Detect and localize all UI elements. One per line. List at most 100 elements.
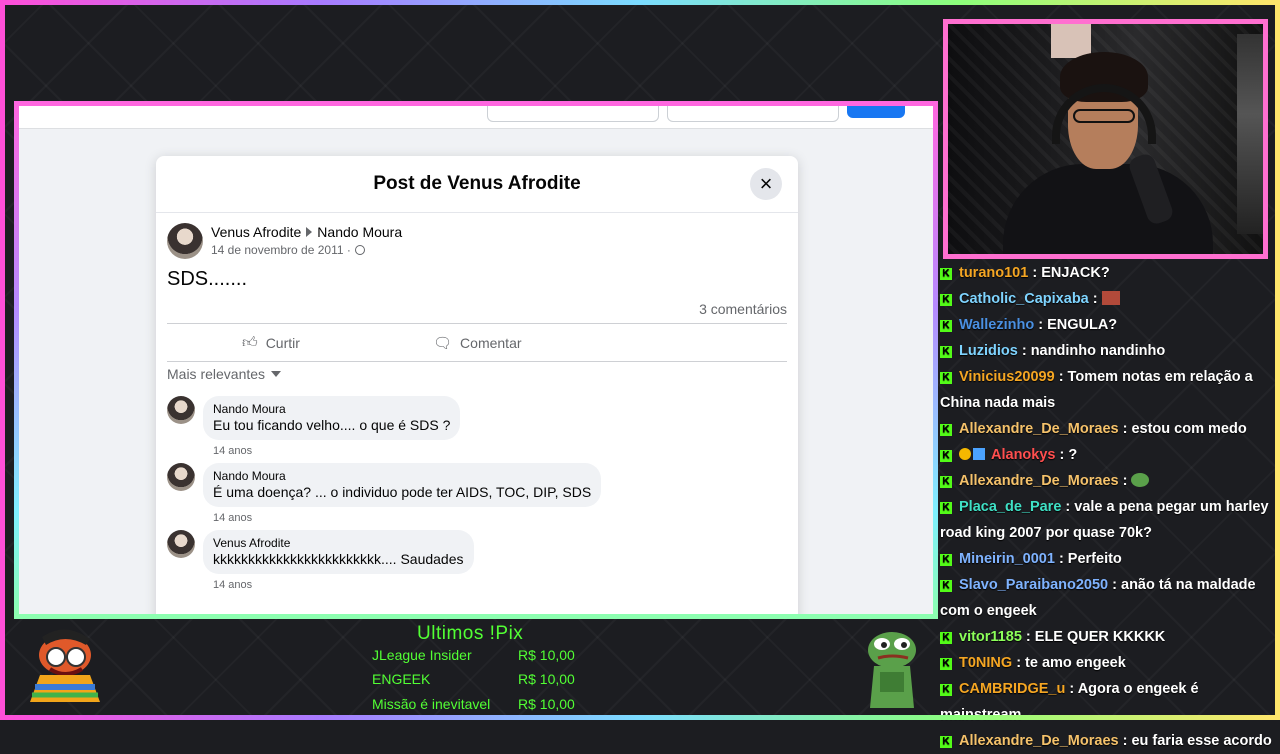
kick-badge-icon: K <box>940 294 952 306</box>
comment-author[interactable]: Nando Moura <box>213 402 450 416</box>
modal-header: Post de Venus Afrodite × <box>156 156 798 213</box>
comment-item: Nando Moura É uma doença? ... o individu… <box>167 463 602 507</box>
comment-label: Comentar <box>460 335 522 351</box>
kick-badge-icon: K <box>940 320 952 332</box>
comment-icon: 🗨︎ <box>433 335 453 352</box>
chat-panel: Kturano101 : ENJACK? K Catholic_Capixaba … <box>940 260 1276 754</box>
comment-text: Eu tou ficando velho.... o que é SDS ? <box>213 417 451 433</box>
chat-username[interactable]: Luzidios <box>959 343 1018 359</box>
screen-capture-frame: Post de Venus Afrodite × Venus Afrodite … <box>14 101 938 619</box>
chat-message: K Catholic_Capixaba : <box>940 286 1276 312</box>
chat-message: K Allexandre_De_Moraes : eu faria esse ac… <box>940 728 1276 754</box>
chat-text: : ENGULA? <box>1034 317 1118 333</box>
chat-username[interactable]: Catholic_Capixaba <box>959 291 1089 307</box>
pix-amount: R$ 10,00 <box>518 647 575 663</box>
modal-title: Post de Venus Afrodite <box>373 173 581 194</box>
chat-text: : eu faria esse acordo <box>1118 733 1272 749</box>
post-modal: Post de Venus Afrodite × Venus Afrodite … <box>156 156 798 614</box>
comment-item: Nando Moura Eu tou ficando velho.... o q… <box>167 396 461 440</box>
pepe-frog-icon <box>868 632 916 708</box>
topbar-field-1[interactable] <box>487 106 659 122</box>
kick-badge-icon: K <box>940 736 952 748</box>
comment-count[interactable]: 3 comentários <box>699 301 787 317</box>
comment-author[interactable]: Venus Afrodite <box>213 536 464 550</box>
glasses <box>1073 109 1135 123</box>
comment-item: Venus Afrodite kkkkkkkkkkkkkkkkkkkkkkkk.… <box>167 530 474 574</box>
caret-down-icon <box>271 371 282 377</box>
chat-username[interactable]: vitor1185 <box>959 629 1022 645</box>
avatar[interactable] <box>167 530 195 558</box>
post-author[interactable]: Venus Afrodite <box>211 224 301 240</box>
pix-amount: R$ 10,00 <box>518 671 575 687</box>
chat-username[interactable]: Slavo_Paraibano2050 <box>959 577 1108 593</box>
chat-username[interactable]: Alanokys <box>991 447 1055 463</box>
chat-text: : ? <box>1055 447 1078 463</box>
chat-username[interactable]: Vinicius20099 <box>959 369 1055 385</box>
avatar[interactable] <box>167 223 203 259</box>
comment-time[interactable]: 14 anos <box>213 512 252 524</box>
facebook-topbar <box>19 106 933 129</box>
kick-badge-icon: K <box>940 346 952 358</box>
kick-badge-icon: K <box>940 632 952 644</box>
wall-poster <box>1051 24 1091 58</box>
chat-message: K Vinicius20099 : Tomem notas em relação … <box>940 364 1276 416</box>
topbar-field-2[interactable] <box>667 106 839 122</box>
comment-time[interactable]: 14 anos <box>213 445 252 457</box>
topbar-button[interactable] <box>847 106 905 118</box>
post-date[interactable]: 14 de novembro de 2011 · <box>211 243 351 257</box>
comment-bubble: Venus Afrodite kkkkkkkkkkkkkkkkkkkkkkkk.… <box>203 530 474 574</box>
kick-badge-icon: K <box>940 424 952 436</box>
chat-username[interactable]: Placa_de_Pare <box>959 499 1061 515</box>
chat-message: K Alanokys : ? <box>940 442 1276 468</box>
post-header: Venus Afrodite Nando Moura 14 de novembr… <box>167 223 402 259</box>
comment-bubble: Nando Moura É uma doença? ... o individu… <box>203 463 602 507</box>
chat-message: K Luzidios : nandinho nandinho <box>940 338 1276 364</box>
comment-time[interactable]: 14 anos <box>213 579 252 591</box>
kick-badge-icon: K <box>940 554 952 566</box>
chat-message: Kvitor1185 : ELE QUER KKKKK <box>940 624 1276 650</box>
comment-button[interactable]: 🗨︎ Comentar <box>433 334 522 352</box>
like-label: Curtir <box>265 335 300 351</box>
chat-message: K Mineirin_0001 : Perfeito <box>940 546 1276 572</box>
pix-title: Ultimos !Pix <box>417 623 524 644</box>
kick-badge-icon: K <box>940 372 952 384</box>
gift-badge-icon <box>973 448 985 460</box>
chat-message: K T0NING : te amo engeek <box>940 650 1276 676</box>
chat-username[interactable]: turano101 <box>959 265 1028 281</box>
chat-message: Kturano101 : ENJACK? <box>940 260 1276 286</box>
kick-badge-icon: K <box>940 684 952 696</box>
arrow-right-icon <box>306 227 313 237</box>
avatar[interactable] <box>167 396 195 424</box>
chat-text: : te amo engeek <box>1012 655 1126 671</box>
chat-text: : <box>1088 291 1102 307</box>
chat-username[interactable]: CAMBRIDGE_u <box>959 681 1065 697</box>
chat-text: : ENJACK? <box>1028 265 1110 281</box>
chat-message: K Slavo_Paraibano2050 : anão tá na maldad… <box>940 572 1276 624</box>
chat-username[interactable]: Wallezinho <box>959 317 1034 333</box>
chat-text: : estou com medo <box>1118 421 1247 437</box>
like-button[interactable]: 👍︎ Curtir <box>242 334 300 352</box>
chat-username[interactable]: Mineirin_0001 <box>959 551 1055 567</box>
comment-author[interactable]: Nando Moura <box>213 469 591 483</box>
sort-dropdown[interactable]: Mais relevantes <box>167 366 282 382</box>
shelf <box>1237 34 1263 234</box>
chat-message: K Allexandre_De_Moraes : estou com medo <box>940 416 1276 442</box>
chat-message: K Wallezinho : ENGULA? <box>940 312 1276 338</box>
chat-username[interactable]: Allexandre_De_Moraes <box>959 421 1119 437</box>
avatar[interactable] <box>167 463 195 491</box>
comment-text: É uma doença? ... o individuo pode ter A… <box>213 484 592 500</box>
pix-donor: Missão é inevitavel <box>372 696 491 712</box>
chat-username[interactable]: Allexandre_De_Moraes <box>959 733 1119 749</box>
kick-badge-icon: K <box>940 476 952 488</box>
chat-username[interactable]: Allexandre_De_Moraes <box>959 473 1119 489</box>
mascot-left-icon <box>30 629 100 702</box>
pix-donor: JLeague Insider <box>372 647 472 663</box>
chat-username[interactable]: T0NING <box>959 655 1012 671</box>
kick-badge-icon: K <box>940 502 952 514</box>
close-button[interactable]: × <box>750 168 782 200</box>
globe-icon <box>354 245 365 255</box>
chat-text: : Perfeito <box>1054 551 1122 567</box>
pix-amount: R$ 10,00 <box>518 696 575 712</box>
post-text: SDS....... <box>167 268 248 290</box>
post-target[interactable]: Nando Moura <box>317 224 402 240</box>
